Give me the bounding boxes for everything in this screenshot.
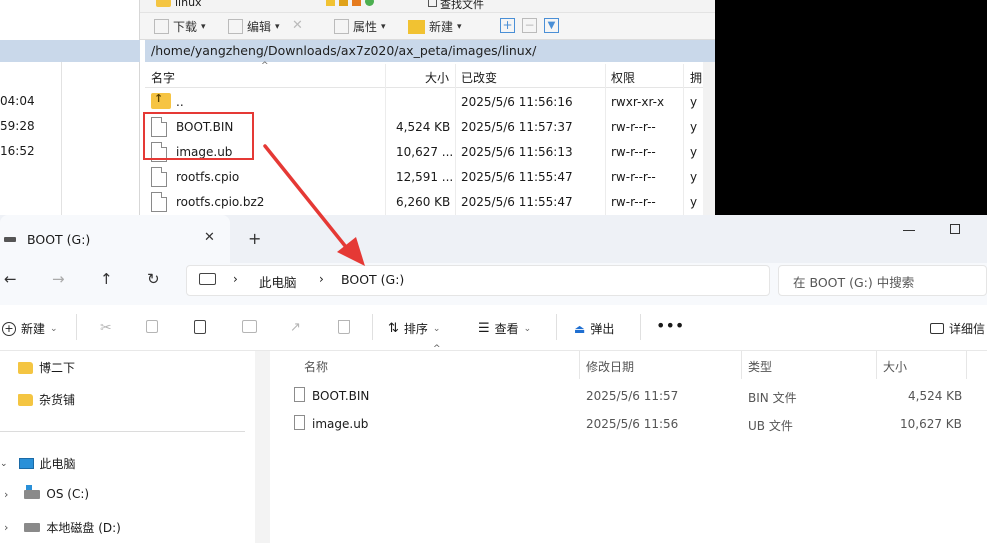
arrow-shaft (263, 144, 352, 254)
annotation-arrow (263, 144, 365, 266)
